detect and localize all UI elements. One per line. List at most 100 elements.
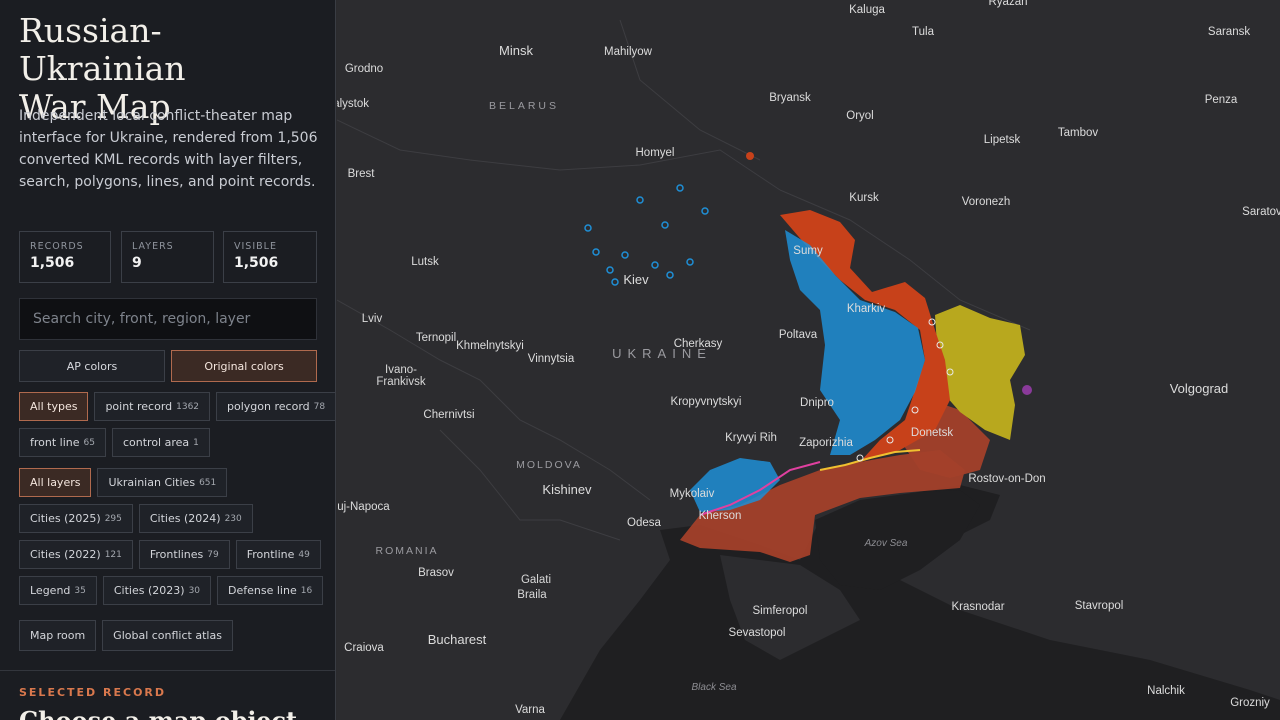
city-label: Bryansk — [769, 92, 811, 104]
city-label: Minsk — [499, 43, 533, 58]
filter-ukrainian-cities[interactable]: Ukrainian Cities 651 — [97, 468, 228, 497]
chip-label: Ukrainian Cities — [108, 476, 196, 489]
search-input[interactable] — [19, 298, 317, 340]
stat-layers: LAYERS 9 — [121, 231, 214, 283]
chip-label: Cities (2025) — [30, 512, 101, 525]
city-label: Dnipro — [800, 397, 834, 409]
city-label: Nalchik — [1147, 685, 1185, 697]
stat-label: RECORDS — [30, 241, 84, 252]
chip-label: front line — [30, 436, 80, 449]
filter-cities-2024[interactable]: Cities (2024) 230 — [138, 504, 253, 533]
city-label: Donetsk — [911, 427, 953, 439]
chip-count: 1 — [193, 437, 199, 448]
city-label: Craiova — [344, 642, 384, 654]
city-label: Kishinev — [542, 482, 592, 497]
filter-front-line[interactable]: front line 65 — [19, 428, 106, 457]
chip-count: 79 — [207, 549, 219, 560]
filter-cities-2023[interactable]: Cities (2023) 30 — [102, 576, 212, 605]
filter-point-record[interactable]: point record 1362 — [94, 392, 211, 421]
country-label: UKRAINE — [612, 346, 712, 361]
link-row: Map room Global conflict atlas — [19, 620, 233, 651]
chip-label: Legend — [30, 584, 71, 597]
selected-record-title: Choose a map object — [19, 706, 297, 720]
chip-count: 651 — [199, 477, 217, 488]
point-records-kiev — [584, 184, 709, 286]
stat-label: VISIBLE — [234, 241, 277, 252]
chip-label: polygon record — [227, 400, 310, 413]
filter-polygon-record[interactable]: polygon record 78 — [216, 392, 335, 421]
city-label: Mykolaiv — [670, 488, 715, 500]
sea-label: Black Sea — [691, 682, 736, 693]
chip-count: 35 — [74, 585, 86, 596]
city-label: Lviv — [362, 313, 383, 325]
city-label: Stavropol — [1075, 600, 1124, 612]
stat-records: RECORDS 1,506 — [19, 231, 111, 283]
chip-label: Cities (2023) — [113, 584, 185, 597]
filter-frontlines[interactable]: Frontlines 79 — [138, 540, 230, 569]
map-svg[interactable]: Vilnius Kaluga Ryazan Tula Saransk Minsk Mahil… — [337, 0, 1280, 720]
city-label: Kryvyi Rih — [725, 432, 777, 444]
global-conflict-atlas-link[interactable]: Global conflict atlas — [102, 620, 233, 651]
city-label: Kharkiv — [847, 303, 886, 315]
city-label: Zaporizhia — [799, 437, 853, 449]
title-line-1: Russian-Ukrainian — [19, 11, 186, 88]
filter-control-area[interactable]: control area 1 — [111, 428, 210, 457]
chip-count: 78 — [313, 401, 326, 412]
layer-filter-row: All layers Ukrainian Cities 651 — [19, 468, 228, 497]
layer-filter-row-3: Cities (2022) 121 Frontlines 79 Frontline 4… — [19, 540, 321, 569]
map-room-link[interactable]: Map room — [19, 620, 97, 651]
country-label: ROMANIA — [375, 545, 438, 557]
city-label: Kursk — [849, 192, 879, 204]
country-label: MOLDOVA — [516, 459, 582, 471]
stat-value: 1,506 — [30, 255, 75, 271]
chip-count: 49 — [298, 549, 310, 560]
chip-label: Frontlines — [149, 548, 204, 561]
city-label: Saransk — [1208, 26, 1250, 38]
city-label: Simferopol — [753, 605, 808, 617]
stat-visible: VISIBLE 1,506 — [223, 231, 317, 283]
city-label: Frankivsk — [376, 376, 425, 388]
chip-label: Frontline — [246, 548, 295, 561]
sidebar: Russian-Ukrainian War Map Independent lo… — [0, 0, 336, 720]
type-filter-row-2: front line 65 control area 1 — [19, 428, 210, 457]
chip-count: 65 — [83, 437, 95, 448]
ap-colors-button[interactable]: AP colors — [19, 350, 165, 382]
city-label: Kropyvnytskyi — [671, 396, 742, 408]
type-filter-row: All types point record 1362 polygon recor… — [19, 392, 335, 421]
city-label: Ryazan — [989, 0, 1028, 8]
chip-count: 30 — [188, 585, 201, 596]
city-label: Grozniy — [1230, 697, 1270, 709]
stat-value: 1,506 — [234, 255, 279, 271]
city-label: Homyel — [636, 147, 675, 159]
chip-count: 1362 — [176, 401, 200, 412]
filter-all-types[interactable]: All types — [19, 392, 89, 421]
original-colors-button[interactable]: Original colors — [171, 350, 317, 382]
chip-label: point record — [105, 400, 173, 413]
city-label: Varna — [515, 704, 545, 716]
city-label: Ivano- — [385, 364, 417, 376]
city-label: Poltava — [779, 329, 818, 341]
city-label: Cluj-Napoca — [337, 501, 390, 513]
chip-count: 230 — [224, 513, 242, 524]
selected-record-label: SELECTED RECORD — [19, 686, 167, 699]
city-label: Lipetsk — [984, 134, 1021, 146]
filter-frontline[interactable]: Frontline 49 — [235, 540, 321, 569]
city-label: Grodno — [345, 63, 383, 75]
city-label: Voronezh — [962, 196, 1011, 208]
city-label: Tambov — [1058, 127, 1099, 139]
chip-label: Defense line — [228, 584, 297, 597]
city-label: Volgograd — [1170, 381, 1229, 396]
city-label: Odesa — [627, 517, 661, 529]
filter-defense-line[interactable]: Defense line 16 — [217, 576, 324, 605]
filter-all-layers[interactable]: All layers — [19, 468, 92, 497]
filter-legend[interactable]: Legend 35 — [19, 576, 97, 605]
filter-cities-2025[interactable]: Cities (2025) 295 — [19, 504, 133, 533]
country-label: BELARUS — [489, 100, 559, 112]
divider — [0, 670, 335, 671]
city-label: Mahilyow — [604, 46, 653, 58]
chip-label: Cities (2022) — [30, 548, 101, 561]
map-canvas[interactable]: Vilnius Kaluga Ryazan Tula Saransk Minsk Mahil… — [337, 0, 1280, 720]
city-label: Krasnodar — [951, 601, 1004, 613]
city-label: Vinnytsia — [528, 353, 575, 365]
filter-cities-2022[interactable]: Cities (2022) 121 — [19, 540, 133, 569]
